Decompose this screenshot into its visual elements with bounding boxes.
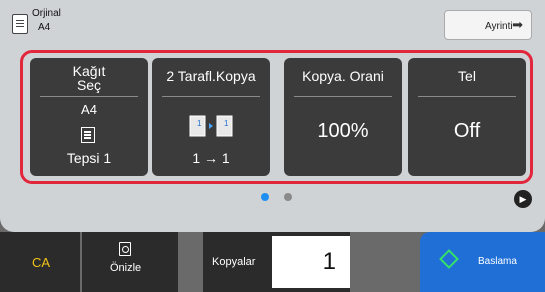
next-page-icon[interactable]: ▶ xyxy=(514,190,532,208)
page-dot[interactable] xyxy=(284,193,292,201)
staple-value: Off xyxy=(453,120,481,142)
start-label: Baslama xyxy=(478,256,517,267)
copies-label: Kopyalar xyxy=(212,256,256,268)
svg-text:1: 1 xyxy=(224,119,229,128)
tile-title: Kağıt Seç xyxy=(72,63,106,93)
tile-divider xyxy=(294,96,392,97)
start-button[interactable]: Baslama xyxy=(420,232,545,292)
tile-divider xyxy=(40,96,138,97)
staple-tile[interactable]: Tel Off xyxy=(408,58,526,176)
clear-all-label: CA xyxy=(32,255,51,270)
duplex-copy-tile[interactable]: 2 Tarafl.Kopya 1 1 1 → 1 xyxy=(152,58,270,176)
arrow-right-icon: ➡ xyxy=(512,17,523,32)
paper-select-tile[interactable]: Kağıt Seç A4 Tepsi 1 xyxy=(30,58,148,176)
original-size: A4 xyxy=(38,22,51,33)
tile-divider xyxy=(162,96,260,97)
original-label: Orjinal xyxy=(32,8,61,19)
page-dot-active[interactable] xyxy=(261,193,269,201)
tile-title: Tel xyxy=(458,68,476,84)
details-label: Ayrinti xyxy=(485,21,513,32)
copies-value: 1 xyxy=(322,248,336,275)
svg-text:1: 1 xyxy=(197,119,202,128)
main-panel: Orjinal A4 Ayrinti ➡ Kağıt Seç A4 Tepsi … xyxy=(0,0,545,232)
duplex-copy-icon: 1 1 xyxy=(189,115,233,137)
tile-title: Kopya. Orani xyxy=(302,68,384,84)
tile-title: 2 Tarafl.Kopya xyxy=(166,68,256,84)
preview-button[interactable]: Önizle xyxy=(82,232,178,292)
paper-size-value: A4 xyxy=(81,102,97,117)
copies-field: Kopyalar 1 xyxy=(203,232,350,292)
clear-all-button[interactable]: CA xyxy=(0,232,80,292)
preview-icon xyxy=(119,242,131,256)
preview-label: Önizle xyxy=(110,262,142,274)
copies-input[interactable]: 1 xyxy=(272,236,350,288)
tile-divider xyxy=(418,96,516,97)
ratio-value: 100% xyxy=(317,120,369,142)
details-button[interactable]: Ayrinti ➡ xyxy=(444,10,532,40)
start-icon xyxy=(439,249,459,269)
tray-icon xyxy=(81,127,95,143)
duplex-mode-value: 1 → 1 xyxy=(192,150,230,166)
copy-ratio-tile[interactable]: Kopya. Orani 100% xyxy=(284,58,402,176)
tray-value: Tepsi 1 xyxy=(66,150,112,166)
document-icon xyxy=(12,14,28,34)
